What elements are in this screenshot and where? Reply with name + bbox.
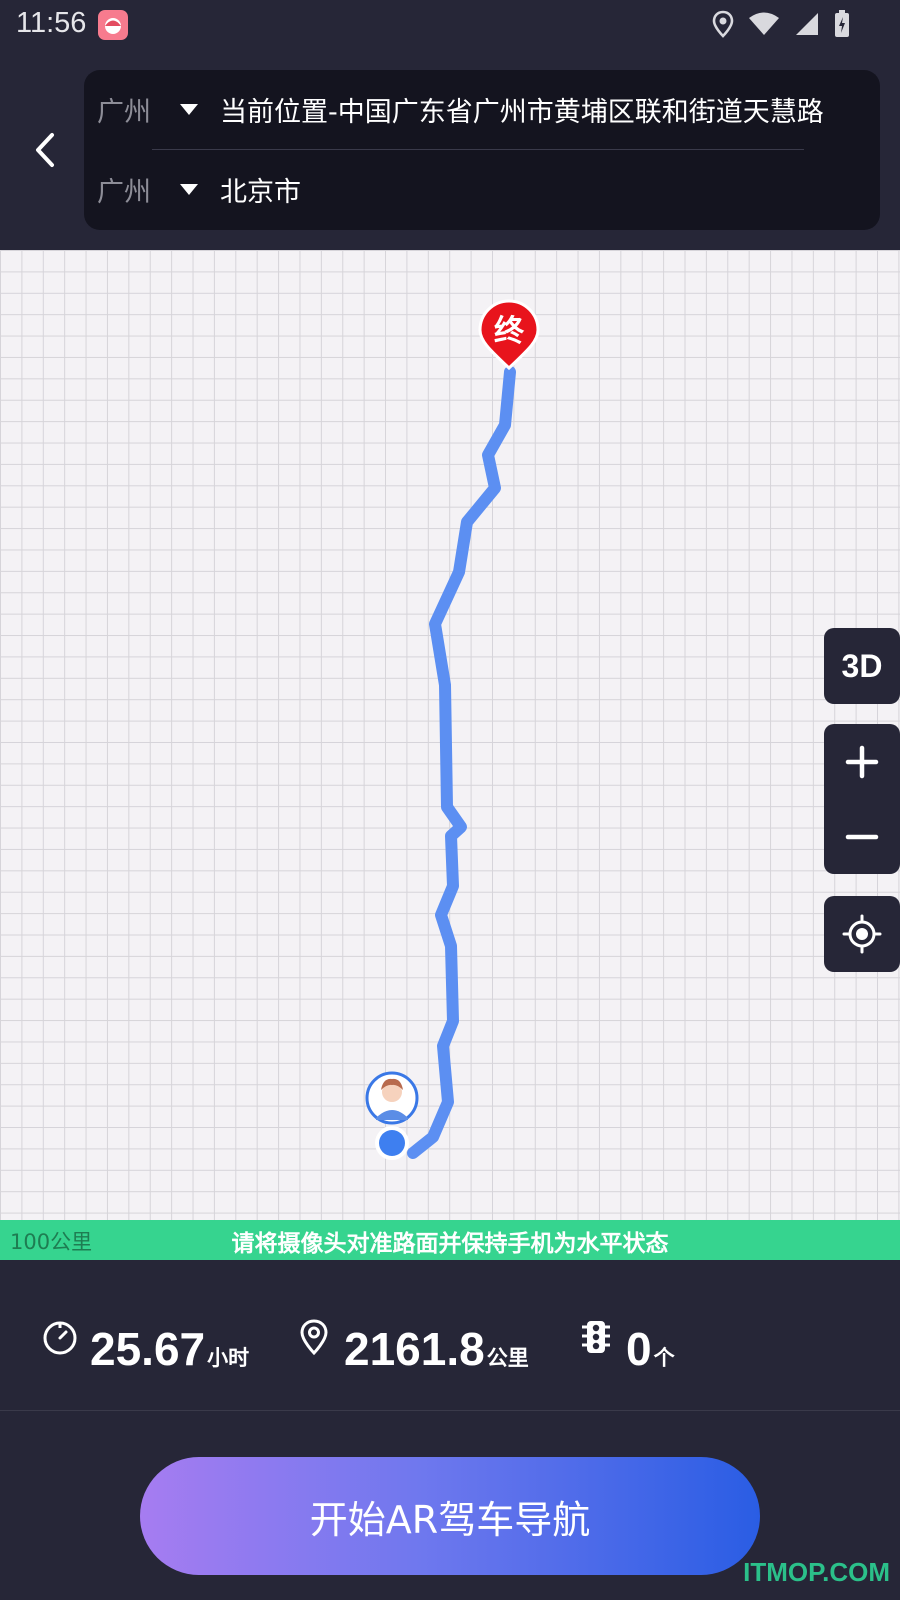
start-city-selector[interactable]: 广州: [97, 90, 151, 129]
watermark: ITMOP.COM: [743, 1557, 890, 1587]
zoom-controls: [824, 724, 900, 874]
chevron-left-icon: [36, 133, 54, 167]
traffic-lights-value: 0: [626, 1323, 652, 1375]
caret-down-icon[interactable]: [180, 183, 198, 195]
caret-down-icon[interactable]: [180, 103, 198, 115]
end-location-row[interactable]: 广州 北京市: [84, 150, 880, 228]
tip-text: 请将摄像头对准路面并保持手机为水平状态: [231, 1231, 669, 1257]
app-icon: [98, 10, 128, 40]
plus-icon: [845, 745, 879, 778]
signal-icon: [796, 13, 818, 35]
distance-unit: 公里: [486, 1346, 529, 1370]
zoom-in-button[interactable]: [824, 724, 900, 799]
destination-marker-label: 终: [494, 314, 525, 349]
status-time: 11:56: [16, 7, 87, 39]
duration-unit: 小时: [207, 1346, 250, 1370]
location-icon: [712, 10, 734, 38]
distance-stat: 2161.8 公里: [344, 1322, 529, 1376]
clock-icon: [43, 1321, 77, 1355]
end-location-input[interactable]: 北京市: [220, 170, 301, 209]
traffic-lights-unit: 个: [653, 1346, 675, 1370]
3d-mode-button[interactable]: 3D: [824, 628, 900, 704]
locate-me-button[interactable]: [824, 896, 900, 972]
status-bar: 11:56: [0, 0, 900, 50]
minus-icon: [845, 834, 879, 839]
traffic-light-icon: [582, 1321, 610, 1353]
user-avatar-marker[interactable]: [365, 1071, 419, 1125]
zoom-out-button[interactable]: [824, 799, 900, 874]
duration-stat: 25.67 小时: [90, 1322, 249, 1376]
tip-bar: 100公里 请将摄像头对准路面并保持手机为水平状态: [0, 1220, 900, 1260]
bottom-action-area: 开始AR驾车导航 ITMOP.COM: [0, 1411, 900, 1600]
route-line: [407, 366, 516, 1159]
battery-icon: [835, 10, 849, 37]
current-location-dot: [375, 1126, 409, 1160]
wifi-icon: [749, 12, 779, 35]
start-ar-navigation-button[interactable]: 开始AR驾车导航: [140, 1457, 760, 1575]
start-location-input[interactable]: 当前位置-中国广东省广州市黄埔区联和街道天慧路: [220, 90, 824, 129]
start-location-row[interactable]: 广州 当前位置-中国广东省广州市黄埔区联和街道天慧路: [84, 70, 880, 148]
crosshair-icon: [842, 914, 882, 954]
location-pin-icon: [300, 1319, 328, 1356]
end-city-selector[interactable]: 广州: [97, 170, 151, 209]
duration-value: 25.67: [90, 1323, 206, 1375]
back-button[interactable]: [20, 120, 70, 180]
map-view[interactable]: 终 3D: [0, 250, 900, 1220]
route-overlay: 终: [365, 299, 540, 1160]
route-stats: 25.67 小时 2161.8 公里 0 个: [0, 1260, 900, 1410]
route-card: 广州 当前位置-中国广东省广州市黄埔区联和街道天慧路 广州 北京市: [84, 70, 880, 230]
route-header: 广州 当前位置-中国广东省广州市黄埔区联和街道天慧路 广州 北京市: [0, 50, 900, 250]
destination-marker[interactable]: 终: [478, 299, 540, 371]
traffic-lights-stat: 0 个: [626, 1322, 675, 1376]
distance-value: 2161.8: [344, 1323, 485, 1375]
